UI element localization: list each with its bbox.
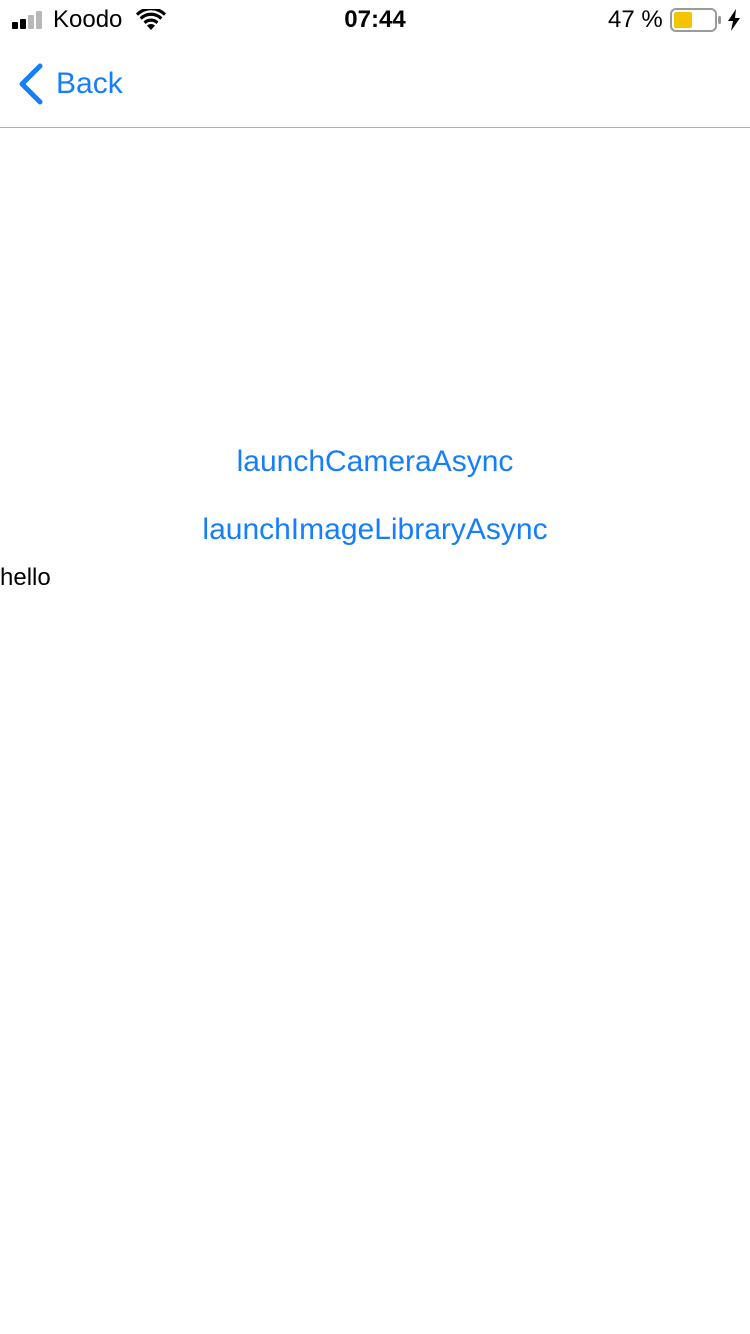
- status-bar: Koodo 07:44 47 %: [0, 0, 750, 40]
- launch-camera-button[interactable]: launchCameraAsync: [0, 444, 750, 480]
- launch-image-library-button[interactable]: launchImageLibraryAsync: [0, 512, 750, 548]
- battery-icon: [670, 8, 721, 32]
- back-button[interactable]: Back: [14, 60, 123, 108]
- battery-fill: [674, 12, 692, 28]
- back-label: Back: [56, 67, 123, 100]
- battery-percent: 47 %: [608, 6, 663, 33]
- hello-text: hello: [0, 564, 51, 591]
- chevron-left-icon: [19, 63, 43, 105]
- navigation-bar: Back: [0, 40, 750, 128]
- charging-bolt-icon: [728, 9, 740, 31]
